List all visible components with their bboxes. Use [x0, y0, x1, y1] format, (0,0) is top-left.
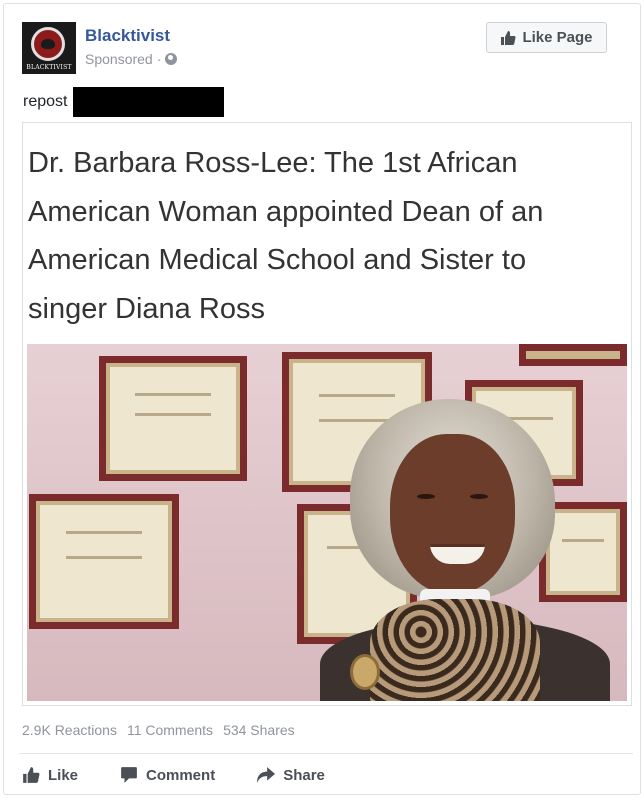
shares-count[interactable]: 534 Shares	[223, 722, 295, 738]
wall-frame	[29, 494, 179, 629]
post-text-body: repost	[23, 93, 68, 110]
comment-button[interactable]: Comment	[120, 766, 215, 784]
like-label: Like	[48, 766, 79, 784]
comment-icon	[120, 766, 138, 784]
comments-count[interactable]: 11 Comments	[127, 722, 213, 738]
eye	[417, 494, 435, 499]
avatar-wordmark: BLACKTIVIST	[26, 64, 72, 71]
thumbs-up-icon	[22, 766, 40, 784]
action-divider	[19, 753, 633, 754]
shared-headline: Dr. Barbara Ross-Lee: The 1st African Am…	[28, 147, 544, 325]
shared-photo[interactable]	[27, 344, 627, 701]
wall-frame	[99, 356, 247, 481]
wall-frame	[519, 344, 627, 366]
share-button[interactable]: Share	[257, 766, 325, 784]
shared-image-post[interactable]: Dr. Barbara Ross-Lee: The 1st African Am…	[22, 122, 632, 706]
scarf	[370, 599, 540, 701]
like-page-button[interactable]: Like Page	[486, 22, 607, 53]
globe-icon[interactable]	[165, 53, 178, 65]
sponsored-post-card: BLACKTIVIST Blacktivist Sponsored · Like…	[3, 3, 641, 795]
sponsored-row: Sponsored ·	[85, 51, 178, 67]
post-actions: Like Comment Share	[22, 762, 367, 788]
like-page-label: Like Page	[522, 29, 593, 46]
thumbs-up-icon	[500, 30, 517, 46]
post-text: repost	[23, 87, 225, 117]
page-avatar[interactable]: BLACKTIVIST	[22, 22, 76, 74]
page-name-link[interactable]: Blacktivist	[85, 26, 170, 46]
meta-separator: ·	[156, 51, 162, 67]
comment-label: Comment	[146, 766, 216, 784]
reactions-count[interactable]: 2.9K Reactions	[22, 722, 117, 738]
portrait-subject	[295, 394, 625, 701]
eye	[470, 494, 488, 499]
brooch	[350, 654, 380, 690]
share-arrow-icon	[257, 766, 276, 784]
share-label: Share	[283, 766, 325, 784]
engagement-stats: 2.9K Reactions 11 Comments 534 Shares	[22, 722, 295, 738]
sponsored-label[interactable]: Sponsored	[85, 51, 153, 67]
redaction-box	[73, 87, 225, 117]
like-button[interactable]: Like	[22, 766, 78, 784]
face	[390, 434, 515, 594]
avatar-logo-mark	[31, 27, 65, 61]
